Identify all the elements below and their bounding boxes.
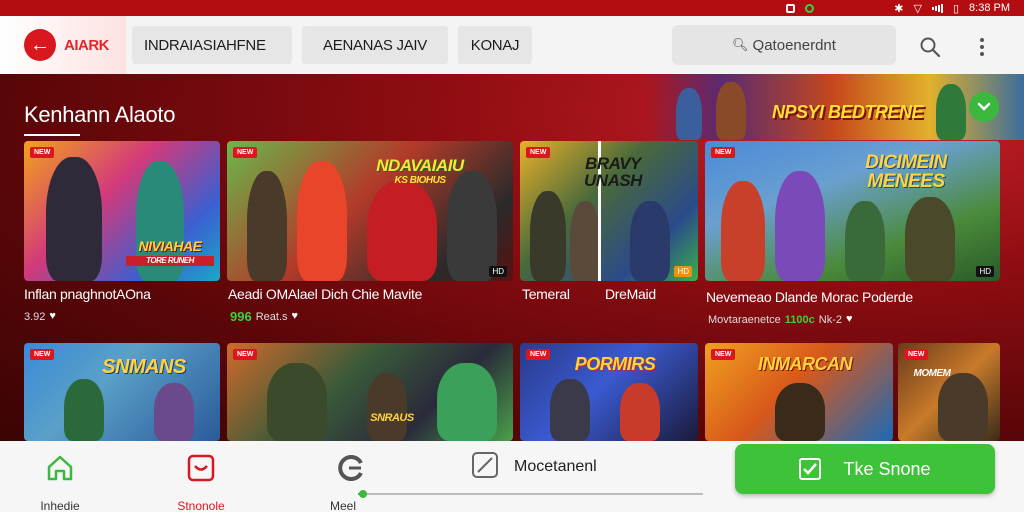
game-card[interactable]: NEW MOMEM <box>898 343 1000 441</box>
card-logo: INMARCAN <box>758 354 853 374</box>
battery-icon: ▯ <box>952 2 960 15</box>
section-underline <box>24 134 80 136</box>
edit-icon <box>470 450 500 485</box>
signal-icon <box>931 3 943 13</box>
card-logo: NDAVAIAIU KS BIOHUS <box>376 156 464 186</box>
kebab-menu-icon[interactable] <box>972 33 992 61</box>
primary-action-button[interactable]: Tke Snone <box>735 444 995 494</box>
nav-label-home: Inhedie <box>40 499 80 512</box>
search-label: Qatoenerdnt <box>752 36 836 54</box>
card-meta: Movtaraenetce 1100c Nk-2 <box>708 313 855 326</box>
card-subtitle: Movtaraenetce <box>708 314 781 326</box>
content-area: NPSYI BEDTRENE Kenhann Alaoto NEW NIVIAH… <box>0 74 1024 441</box>
search-field[interactable]: 🔍︎ Qatoenerdnt <box>672 25 896 65</box>
card-tag: NEW <box>904 349 929 360</box>
notification-icon <box>186 453 216 488</box>
game-card[interactable]: NEW NIVIAHAE TORE RUNEH <box>24 141 220 281</box>
game-card[interactable]: NEW SNMANS <box>24 343 220 441</box>
card-tag: NEW <box>711 349 736 360</box>
nav-item-home[interactable]: Inhedie <box>20 447 100 512</box>
card-logo: DICIMEIN MENEES <box>865 152 947 192</box>
card-title-secondary: DreMaid <box>605 286 656 302</box>
card-title: Temeral <box>522 286 570 302</box>
tab-category-1[interactable]: INDRAIASIAHFNE <box>132 26 292 64</box>
heart-icon[interactable] <box>846 313 855 325</box>
nav-label-mail: Meel <box>330 499 357 512</box>
search-icon[interactable] <box>916 33 944 61</box>
card-tag: NEW <box>233 147 258 158</box>
card-badge: HD <box>489 266 507 277</box>
game-card[interactable]: NEW SNRAUS <box>227 343 513 441</box>
card-tag: NEW <box>233 349 258 360</box>
mode-toggle-button[interactable]: Mocetanenl <box>470 451 597 483</box>
tab-category-2[interactable]: AENANAS JAIV <box>302 26 448 64</box>
top-app-bar: ← AIARK INDRAIASIAHFNE AENANAS JAIV KONA… <box>0 16 1024 74</box>
card-tag: NEW <box>711 147 736 158</box>
card-badge: HD <box>976 266 994 277</box>
card-tag: NEW <box>526 349 551 360</box>
back-arrow-icon[interactable]: ← <box>24 29 56 61</box>
card-logo: NIVIAHAE TORE RUNEH <box>126 239 214 266</box>
card-logo: BRAVY UNASH <box>584 154 642 190</box>
card-meta: 996 Reat.s <box>230 309 301 324</box>
card-title: Inflan pnaghnotAOna <box>24 286 151 302</box>
card-price-note: Reat.s <box>255 310 288 323</box>
search-prefix-icon: 🔍︎ <box>732 37 749 52</box>
heart-icon[interactable] <box>292 310 301 322</box>
status-time: 8:38 PM <box>969 2 1010 14</box>
home-icon <box>45 453 75 488</box>
card-title: Nevemeao Dlande Morac Poderde <box>706 289 913 305</box>
card-logo: SNRAUS <box>370 412 414 424</box>
game-card[interactable]: NEW INMARCAN <box>705 343 893 441</box>
game-card[interactable]: NEW NDAVAIAIU KS BIOHUS HD <box>227 141 513 281</box>
bottom-nav-bar: Inhedie Stnonole Meel Mocetanenl Tke Sno… <box>0 441 1024 512</box>
game-card[interactable]: NEW BRAVY UNASH HD <box>520 141 698 281</box>
card-price-note: Nk-2 <box>818 314 842 326</box>
section-title: Kenhann Alaoto <box>24 102 176 127</box>
card-tag: NEW <box>30 147 55 158</box>
card-logo: SNMANS <box>102 356 186 378</box>
bluetooth-icon: ✱ <box>894 2 904 15</box>
card-price: 1100c <box>784 314 815 326</box>
card-logo: MOMEM <box>913 368 951 379</box>
primary-action-label: Tke Snone <box>843 458 931 479</box>
game-card[interactable]: NEW DICIMEIN MENEES HD <box>705 141 1000 281</box>
card-title: Aeadi OMAlael Dich Chie Mavite <box>228 286 423 302</box>
card-rating: 3.92 <box>24 311 46 323</box>
card-meta: 3.92 <box>24 310 58 323</box>
back-area[interactable]: ← AIARK <box>0 16 126 74</box>
mode-label: Mocetanenl <box>514 458 597 475</box>
card-tag: NEW <box>526 147 551 158</box>
tab-category-3[interactable]: KONAJ <box>458 26 532 64</box>
chevron-down-icon[interactable] <box>969 92 999 122</box>
wifi-icon: ▽ <box>913 2 922 15</box>
card-price: 996 <box>230 309 252 324</box>
card-tag: NEW <box>30 349 55 360</box>
nav-label-alerts: Stnonole <box>177 499 225 512</box>
game-card[interactable]: NEW PORMIRS <box>520 343 698 441</box>
status-bar: ✱ ▽ ▯ 8:38 PM <box>0 0 1024 16</box>
back-label: AIARK <box>64 36 110 54</box>
card-logo: PORMIRS <box>574 354 656 374</box>
nav-item-mail[interactable]: Meel <box>310 447 390 512</box>
sync-icon <box>805 3 815 13</box>
media-progress-bar[interactable] <box>358 490 703 498</box>
app-notification-icon <box>786 3 796 13</box>
checkbox-icon <box>799 458 822 480</box>
mail-icon <box>335 453 365 488</box>
banner-title: NPSYI BEDTRENE <box>772 102 924 122</box>
heart-icon[interactable] <box>49 310 58 322</box>
nav-item-alerts[interactable]: Stnonole <box>161 447 241 512</box>
card-badge: HD <box>674 266 692 277</box>
